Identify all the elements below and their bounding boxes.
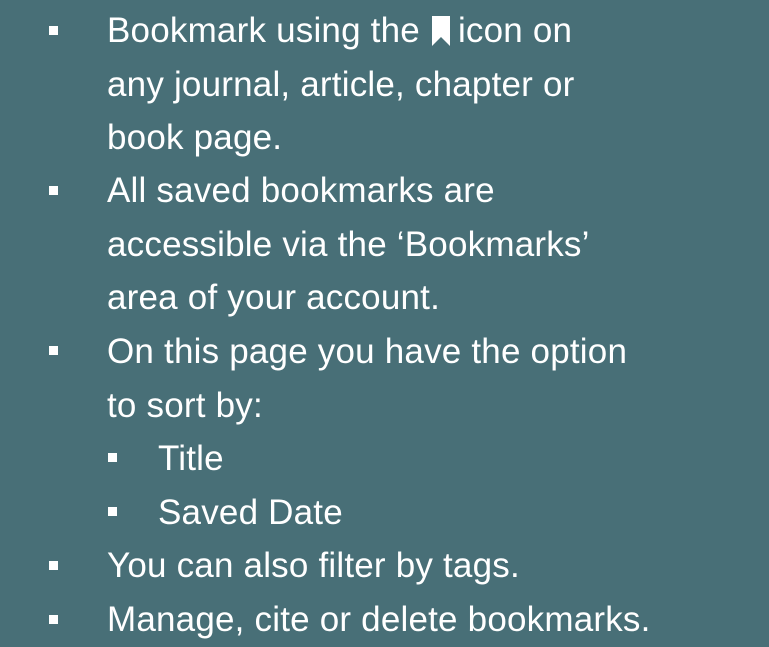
bullet-1-line-2: any journal, article, chapter or (107, 65, 575, 104)
bullet-marker (49, 561, 58, 570)
sub-bullet-1: Title (158, 439, 224, 478)
bookmark-icon (430, 16, 452, 46)
bullet-1-line-3: book page. (107, 118, 283, 157)
bullet-1-line-1: Bookmark using the icon on (107, 4, 572, 58)
bullet-1-text-b: icon on (457, 11, 573, 50)
bullet-4-line-1: You can also filter by tags. (107, 546, 520, 585)
bullet-marker (49, 346, 58, 355)
bullet-1-text-a: Bookmark using the (107, 11, 420, 50)
slide-content: Bookmark using the icon on any journal, a… (0, 0, 769, 639)
bullet-marker (49, 615, 58, 624)
bullet-2-line-1: All saved bookmarks are (107, 171, 495, 210)
bullet-2-line-2: accessible via the ‘Bookmarks’ (107, 225, 590, 264)
bullet-marker (49, 186, 58, 195)
bullet-5-line-1: Manage, cite or delete bookmarks. (107, 600, 651, 639)
sub-bullet-marker (108, 507, 117, 516)
sub-bullet-2: Saved Date (158, 493, 343, 532)
bullet-2-line-3: area of your account. (107, 278, 441, 317)
bullet-3-line-1: On this page you have the option (107, 332, 628, 371)
bullet-marker (49, 26, 58, 35)
sub-bullet-marker (108, 453, 117, 462)
bullet-3-line-2: to sort by: (107, 386, 263, 425)
